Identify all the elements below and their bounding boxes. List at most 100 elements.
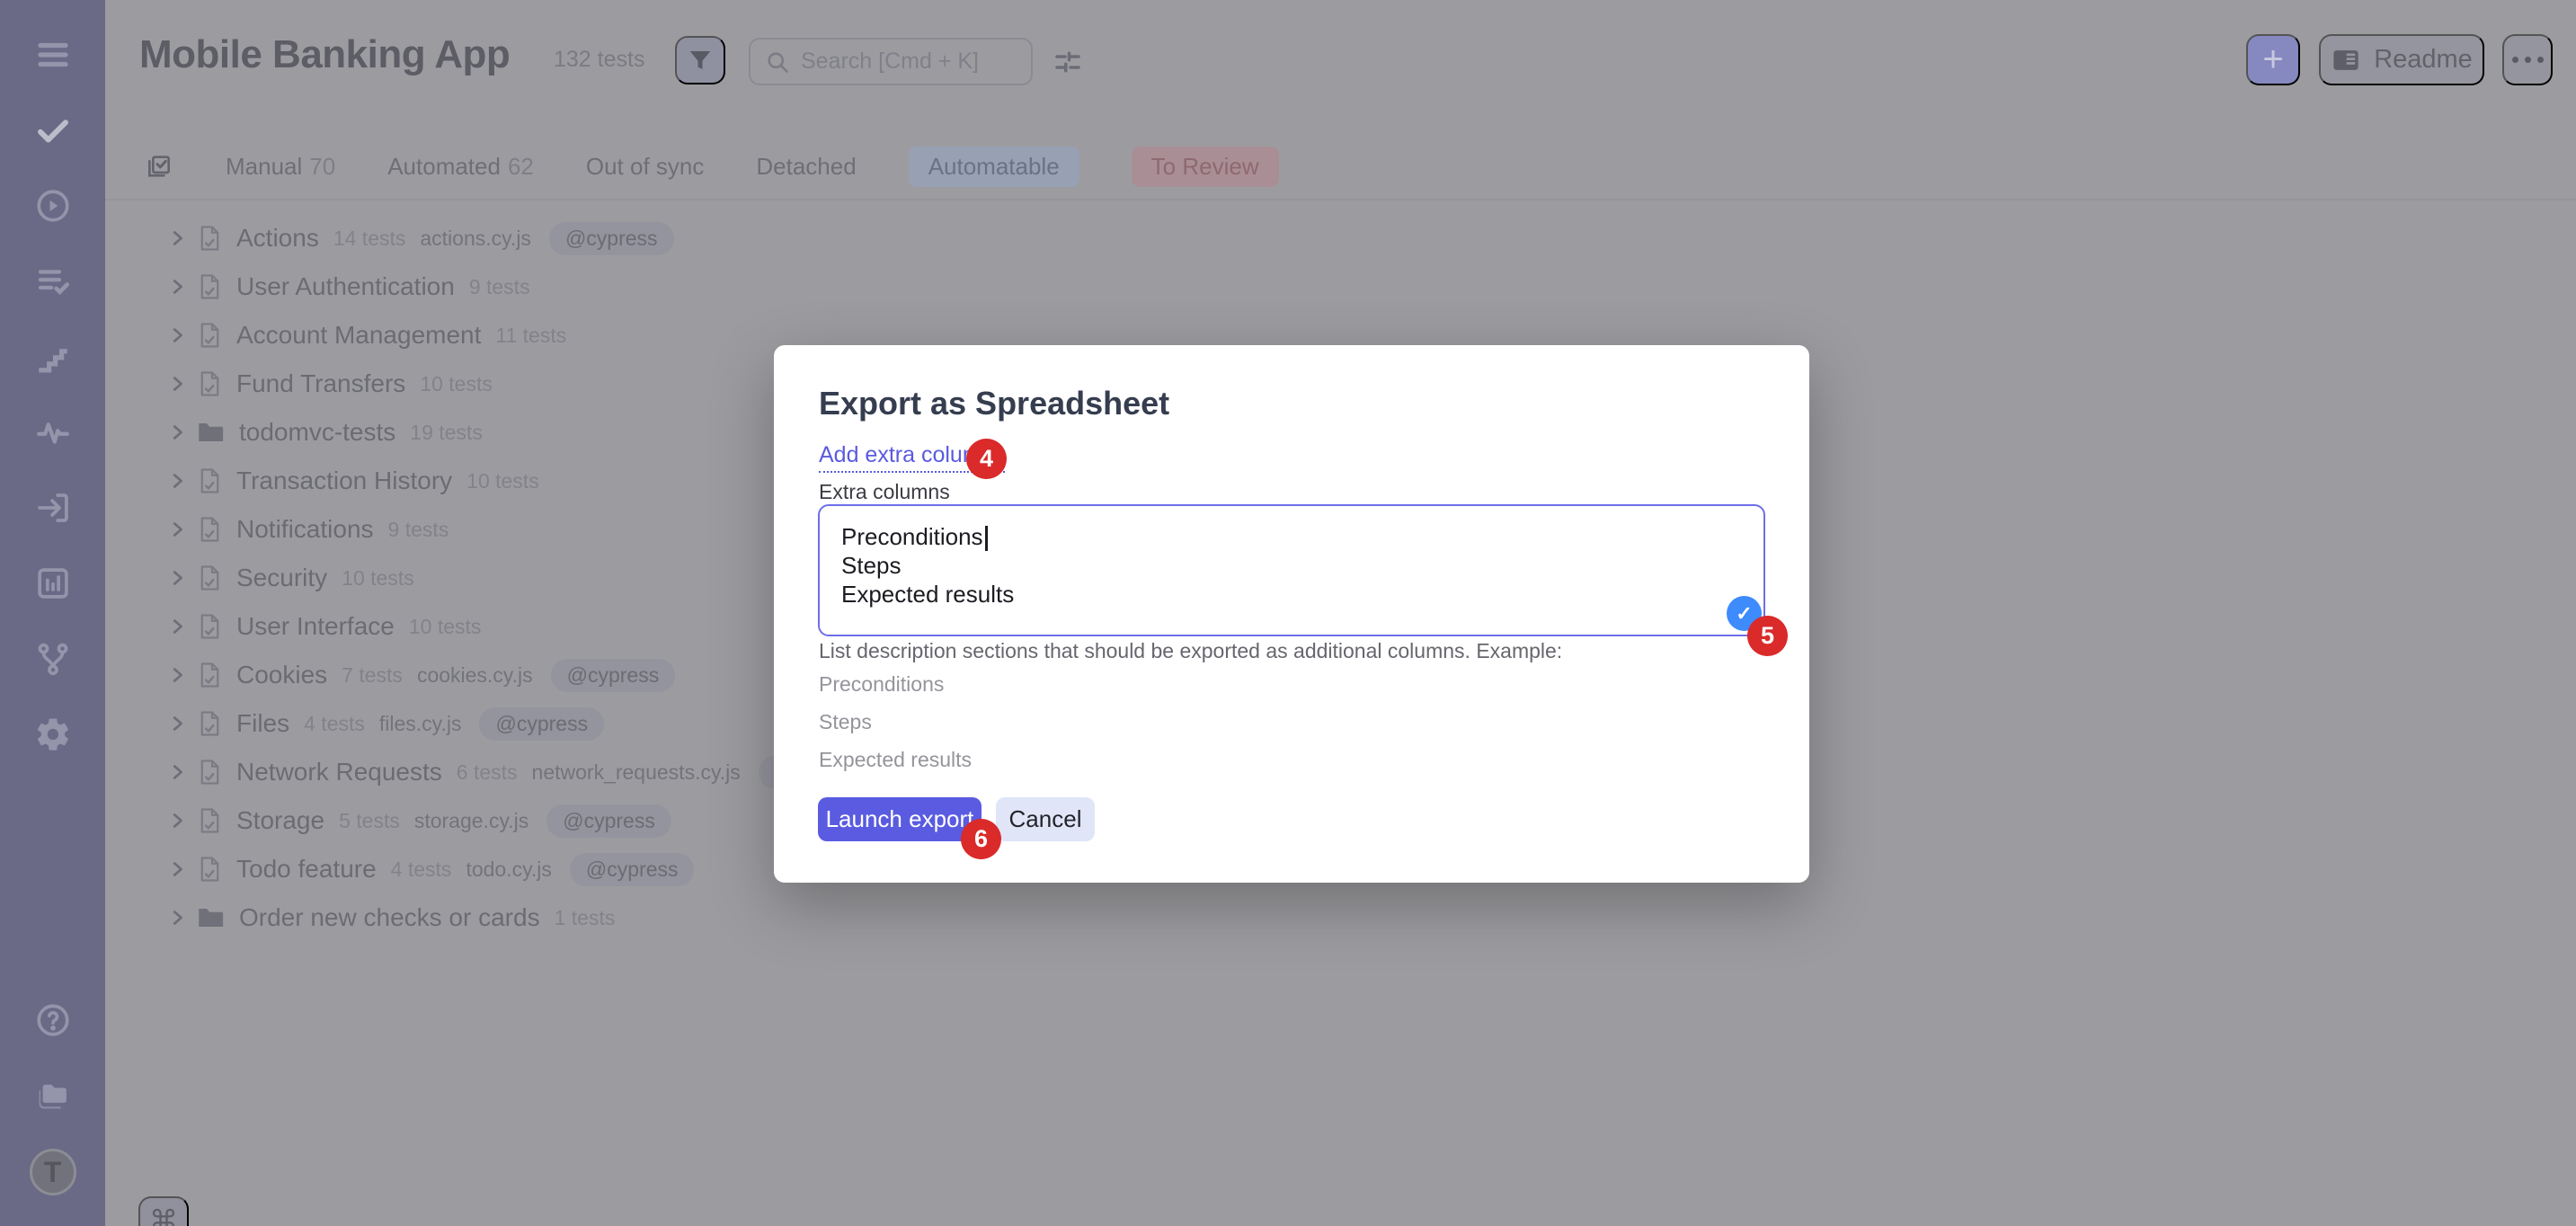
suite-name[interactable]: Cookies xyxy=(236,661,327,689)
chevron-right-icon[interactable] xyxy=(167,471,187,491)
tab-automated[interactable]: Automated62 xyxy=(387,153,534,181)
modal-title: Export as Spreadsheet xyxy=(819,385,1764,422)
suite-name[interactable]: Todo feature xyxy=(236,855,377,884)
file-check-icon xyxy=(198,322,222,349)
suite-file: actions.cy.js xyxy=(420,227,531,251)
list-item[interactable]: Actions 14 tests actions.cy.js @cypress xyxy=(167,214,1426,262)
cancel-button[interactable]: Cancel xyxy=(996,797,1095,841)
command-icon: ⌘ xyxy=(149,1204,178,1226)
chevron-right-icon[interactable] xyxy=(167,325,187,345)
suite-file: files.cy.js xyxy=(379,712,462,736)
folder-icon xyxy=(198,421,225,444)
chevron-right-icon[interactable] xyxy=(167,374,187,394)
textarea-line: Steps xyxy=(841,551,1742,580)
git-branch-icon[interactable] xyxy=(31,636,76,681)
suite-test-count: 1 tests xyxy=(555,906,616,930)
chevron-right-icon[interactable] xyxy=(167,908,187,928)
tests-check-icon[interactable] xyxy=(31,108,76,153)
tab-to-review[interactable]: To Review xyxy=(1132,147,1279,187)
suite-name[interactable]: Transaction History xyxy=(236,466,452,495)
file-check-icon xyxy=(198,564,222,591)
steps-stairs-icon[interactable] xyxy=(31,334,76,379)
file-check-icon xyxy=(198,856,222,883)
suite-test-count: 10 tests xyxy=(409,615,482,639)
pulse-icon[interactable] xyxy=(31,410,76,455)
filter-button[interactable] xyxy=(675,36,725,84)
chevron-right-icon[interactable] xyxy=(167,520,187,539)
chevron-right-icon[interactable] xyxy=(167,859,187,879)
textarea-line: Expected results xyxy=(841,580,1742,609)
filter-settings-sliders-icon[interactable] xyxy=(1048,43,1088,81)
list-item[interactable]: Order new checks or cards 1 tests xyxy=(167,893,1426,942)
suite-name[interactable]: Security xyxy=(236,564,327,592)
suite-name[interactable]: Account Management xyxy=(236,321,481,350)
suite-test-count: 4 tests xyxy=(304,712,365,736)
export-spreadsheet-modal: Export as Spreadsheet Add extra columns … xyxy=(774,345,1809,883)
chevron-right-icon[interactable] xyxy=(167,422,187,442)
suite-name[interactable]: Files xyxy=(236,709,289,738)
suite-tag[interactable]: @cypress xyxy=(549,222,674,255)
add-suite-button[interactable]: + xyxy=(2246,34,2300,85)
plans-checklist-icon[interactable] xyxy=(31,259,76,304)
suite-name[interactable]: Actions xyxy=(236,224,319,253)
bulk-check-icon[interactable] xyxy=(145,153,173,182)
chevron-right-icon[interactable] xyxy=(167,714,187,733)
search-box[interactable] xyxy=(749,38,1033,85)
textarea-line: Preconditions xyxy=(841,523,983,550)
suite-name[interactable]: User Authentication xyxy=(236,272,455,301)
suite-name[interactable]: Order new checks or cards xyxy=(239,903,540,932)
suite-tag[interactable]: @cypress xyxy=(479,707,604,741)
runs-play-icon[interactable] xyxy=(31,183,76,228)
list-item[interactable]: User Authentication 9 tests xyxy=(167,262,1426,311)
tab-manual[interactable]: Manual70 xyxy=(226,153,335,181)
suite-tag[interactable]: @cypress xyxy=(546,804,671,838)
tab-automatable[interactable]: Automatable xyxy=(909,147,1079,187)
suite-name[interactable]: Fund Transfers xyxy=(236,369,405,398)
suite-test-count: 6 tests xyxy=(457,760,518,785)
tab-detached[interactable]: Detached xyxy=(756,153,856,181)
annotation-badge-6: 6 xyxy=(961,819,1001,859)
suite-file: storage.cy.js xyxy=(414,809,529,833)
suite-name[interactable]: User Interface xyxy=(236,612,395,641)
launch-export-button[interactable]: Launch export xyxy=(818,797,982,841)
chevron-right-icon[interactable] xyxy=(167,617,187,636)
suite-name[interactable]: Network Requests xyxy=(236,758,442,786)
suite-name[interactable]: Notifications xyxy=(236,515,374,544)
projects-folders-icon[interactable] xyxy=(31,1073,76,1118)
chevron-right-icon[interactable] xyxy=(167,277,187,297)
extra-columns-label: Extra columns xyxy=(819,480,950,504)
analytics-chart-icon[interactable] xyxy=(31,561,76,606)
file-check-icon xyxy=(198,467,222,494)
textarea-hint: List description sections that should be… xyxy=(819,639,1562,663)
import-icon[interactable] xyxy=(31,485,76,530)
suite-test-count: 7 tests xyxy=(342,663,403,688)
suite-name[interactable]: todomvc-tests xyxy=(239,418,395,447)
suite-test-count: 10 tests xyxy=(342,566,414,591)
file-check-icon xyxy=(198,807,222,834)
file-check-icon xyxy=(198,759,222,786)
suite-test-count: 10 tests xyxy=(466,469,539,493)
tab-out-of-sync[interactable]: Out of sync xyxy=(586,153,705,181)
suite-test-count: 14 tests xyxy=(333,227,406,251)
command-shortcut-button[interactable]: ⌘ xyxy=(138,1196,189,1226)
chevron-right-icon[interactable] xyxy=(167,762,187,782)
text-caret xyxy=(985,526,988,551)
suite-name[interactable]: Storage xyxy=(236,806,324,835)
help-icon[interactable] xyxy=(31,998,76,1043)
suite-tag[interactable]: @cypress xyxy=(551,659,676,692)
chevron-right-icon[interactable] xyxy=(167,811,187,831)
settings-gear-icon[interactable] xyxy=(31,712,76,757)
more-options-button[interactable] xyxy=(2502,34,2553,85)
search-input[interactable] xyxy=(801,49,1017,75)
suite-test-count: 5 tests xyxy=(339,809,400,833)
chevron-right-icon[interactable] xyxy=(167,568,187,588)
file-check-icon xyxy=(198,273,222,300)
avatar[interactable]: T xyxy=(30,1149,76,1195)
extra-columns-textarea[interactable]: Preconditions Steps Expected results xyxy=(818,504,1765,636)
chevron-right-icon[interactable] xyxy=(167,665,187,685)
readme-button[interactable]: Readme xyxy=(2319,34,2484,85)
menu-icon[interactable] xyxy=(31,32,76,77)
chevron-right-icon[interactable] xyxy=(167,228,187,248)
suite-file: todo.cy.js xyxy=(466,857,551,882)
suite-tag[interactable]: @cypress xyxy=(570,853,695,886)
